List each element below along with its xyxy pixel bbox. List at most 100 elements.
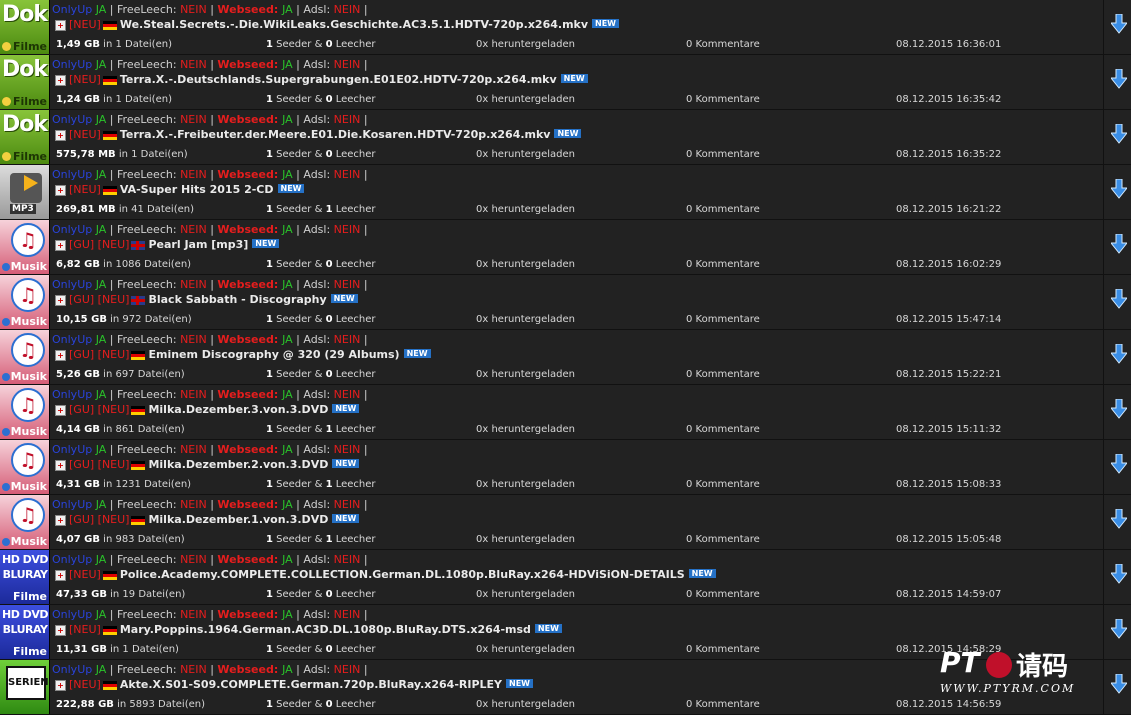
status-flags: OnlyUp JA | FreeLeech: NEIN | Webseed: J… xyxy=(52,58,368,71)
comment-count[interactable]: 0 Kommentare xyxy=(686,369,760,380)
expand-icon[interactable]: + xyxy=(55,19,66,31)
torrent-title: + [GU] [NEU] Pearl Jam [mp3] NEW xyxy=(55,238,280,251)
expand-icon[interactable]: + xyxy=(55,184,66,196)
expand-icon[interactable]: + xyxy=(55,349,66,361)
freeleech-value: NEIN xyxy=(180,168,207,181)
download-button[interactable] xyxy=(1103,605,1131,659)
expand-icon[interactable]: + xyxy=(55,74,66,86)
category-musik-icon[interactable]: ♫ Musik xyxy=(0,220,50,274)
webseed-value: JA xyxy=(282,553,293,566)
status-flags: OnlyUp JA | FreeLeech: NEIN | Webseed: J… xyxy=(52,333,368,346)
download-button[interactable] xyxy=(1103,55,1131,109)
download-button[interactable] xyxy=(1103,495,1131,549)
download-arrow-icon xyxy=(1111,399,1127,419)
separator: | xyxy=(292,663,304,676)
download-button[interactable] xyxy=(1103,660,1131,714)
torrent-name-link[interactable]: Milka.Dezember.2.von.3.DVD xyxy=(148,458,328,471)
files-text: in 19 Datei(en) xyxy=(106,589,186,600)
expand-icon[interactable]: + xyxy=(55,239,66,251)
torrent-name-link[interactable]: VA-Super Hits 2015 2-CD xyxy=(120,183,274,196)
comment-count[interactable]: 0 Kommentare xyxy=(686,589,760,600)
torrent-size: 1,49 GB in 1 Datei(en) xyxy=(56,39,172,50)
expand-icon[interactable]: + xyxy=(55,624,66,636)
torrent-name-link[interactable]: Milka.Dezember.3.von.3.DVD xyxy=(148,403,328,416)
download-button[interactable] xyxy=(1103,385,1131,439)
comment-count[interactable]: 0 Kommentare xyxy=(686,204,760,215)
download-button[interactable] xyxy=(1103,0,1131,54)
torrent-name-link[interactable]: Akte.X.S01-S09.COMPLETE.German.720p.BluR… xyxy=(120,678,502,691)
torrent-name-link[interactable]: We.Steal.Secrets.-.Die.WikiLeaks.Geschic… xyxy=(120,18,588,31)
comment-count[interactable]: 0 Kommentare xyxy=(686,534,760,545)
torrent-name-link[interactable]: Pearl Jam [mp3] xyxy=(148,238,248,251)
category-serien-icon[interactable]: SERIEN xyxy=(0,660,50,714)
expand-icon[interactable]: + xyxy=(55,129,66,141)
comment-count[interactable]: 0 Kommentare xyxy=(686,644,760,655)
torrent-name-link[interactable]: Mary.Poppins.1964.German.AC3D.DL.1080p.B… xyxy=(120,623,531,636)
size-value: 1,49 GB xyxy=(56,39,100,50)
comment-count[interactable]: 0 Kommentare xyxy=(686,94,760,105)
adsl-value: NEIN xyxy=(333,388,361,401)
only-up-label: OnlyUp xyxy=(52,663,93,676)
download-button[interactable] xyxy=(1103,275,1131,329)
comment-count[interactable]: 0 Kommentare xyxy=(686,424,760,435)
torrent-name-link[interactable]: Police.Academy.COMPLETE.COLLECTION.Germa… xyxy=(120,568,685,581)
expand-icon[interactable]: + xyxy=(55,459,66,471)
upload-date: 08.12.2015 15:11:32 xyxy=(896,424,1002,435)
download-button[interactable] xyxy=(1103,110,1131,164)
download-arrow-icon xyxy=(1111,234,1127,254)
download-button[interactable] xyxy=(1103,440,1131,494)
comment-count[interactable]: 0 Kommentare xyxy=(686,259,760,270)
expand-icon[interactable]: + xyxy=(55,404,66,416)
category-musik-icon[interactable]: ♫ Musik xyxy=(0,330,50,384)
download-button[interactable] xyxy=(1103,330,1131,384)
comment-count[interactable]: 0 Kommentare xyxy=(686,479,760,490)
webseed-value: JA xyxy=(282,388,293,401)
adsl-value: NEIN xyxy=(333,3,361,16)
torrent-title: + [NEU] VA-Super Hits 2015 2-CD NEW xyxy=(55,183,305,196)
torrent-name-link[interactable]: Milka.Dezember.1.von.3.DVD xyxy=(148,513,328,526)
peer-counts: 1 Seeder & 0 Leecher xyxy=(266,699,376,710)
category-hddvd-icon[interactable]: HD DVD BLURAY Filme xyxy=(0,550,50,604)
torrent-name-link[interactable]: Terra.X.-.Freibeuter.der.Meere.E01.Die.K… xyxy=(120,128,551,141)
leecher-label: Leecher xyxy=(332,479,376,490)
leechers-value: 1 xyxy=(325,204,333,215)
category-sub-label: Musik xyxy=(10,480,47,493)
status-tags: [NEU] xyxy=(69,18,101,31)
torrent-title: + [GU] [NEU] Eminem Discography @ 320 (29 … xyxy=(55,348,431,361)
separator: | xyxy=(360,663,368,676)
upload-date: 08.12.2015 16:02:29 xyxy=(896,259,1002,270)
torrent-name-link[interactable]: Black Sabbath - Discography xyxy=(148,293,326,306)
status-tags: [GU] [NEU] xyxy=(69,403,130,416)
category-musik-icon[interactable]: ♫ Musik xyxy=(0,275,50,329)
torrent-name-link[interactable]: Terra.X.-.Deutschlands.Supergrabungen.E0… xyxy=(120,73,557,86)
category-musik-icon[interactable]: ♫ Musik xyxy=(0,440,50,494)
comment-count[interactable]: 0 Kommentare xyxy=(686,149,760,160)
category-musik-icon[interactable]: ♫ Musik xyxy=(0,385,50,439)
expand-icon[interactable]: + xyxy=(55,569,66,581)
category-doku-icon[interactable]: Doku Filme xyxy=(0,0,50,54)
comment-count[interactable]: 0 Kommentare xyxy=(686,699,760,710)
category-musik-icon[interactable]: ♫ Musik xyxy=(0,495,50,549)
category-doku-icon[interactable]: Doku Filme xyxy=(0,55,50,109)
expand-icon[interactable]: + xyxy=(55,514,66,526)
download-count: 0x heruntergeladen xyxy=(476,369,575,380)
category-big-label: BLURAY xyxy=(2,568,48,581)
comment-count[interactable]: 0 Kommentare xyxy=(686,39,760,50)
download-button[interactable] xyxy=(1103,220,1131,274)
comment-count[interactable]: 0 Kommentare xyxy=(686,314,760,325)
flag-de-icon xyxy=(131,350,146,360)
expand-icon[interactable]: + xyxy=(55,679,66,691)
freeleech-label: FreeLeech: xyxy=(117,498,181,511)
download-button[interactable] xyxy=(1103,550,1131,604)
only-up-value: JA xyxy=(95,278,107,291)
flag-de-icon xyxy=(102,20,117,30)
freeleech-label: FreeLeech: xyxy=(117,663,181,676)
category-doku-icon[interactable]: Doku Filme xyxy=(0,110,50,164)
category-hddvd-icon[interactable]: HD DVD BLURAY Filme xyxy=(0,605,50,659)
download-count: 0x heruntergeladen xyxy=(476,699,575,710)
category-mp3-icon[interactable]: MP3 xyxy=(0,165,50,219)
torrent-name-link[interactable]: Eminem Discography @ 320 (29 Albums) xyxy=(148,348,399,361)
expand-icon[interactable]: + xyxy=(55,294,66,306)
freeleech-value: NEIN xyxy=(180,58,207,71)
download-button[interactable] xyxy=(1103,165,1131,219)
